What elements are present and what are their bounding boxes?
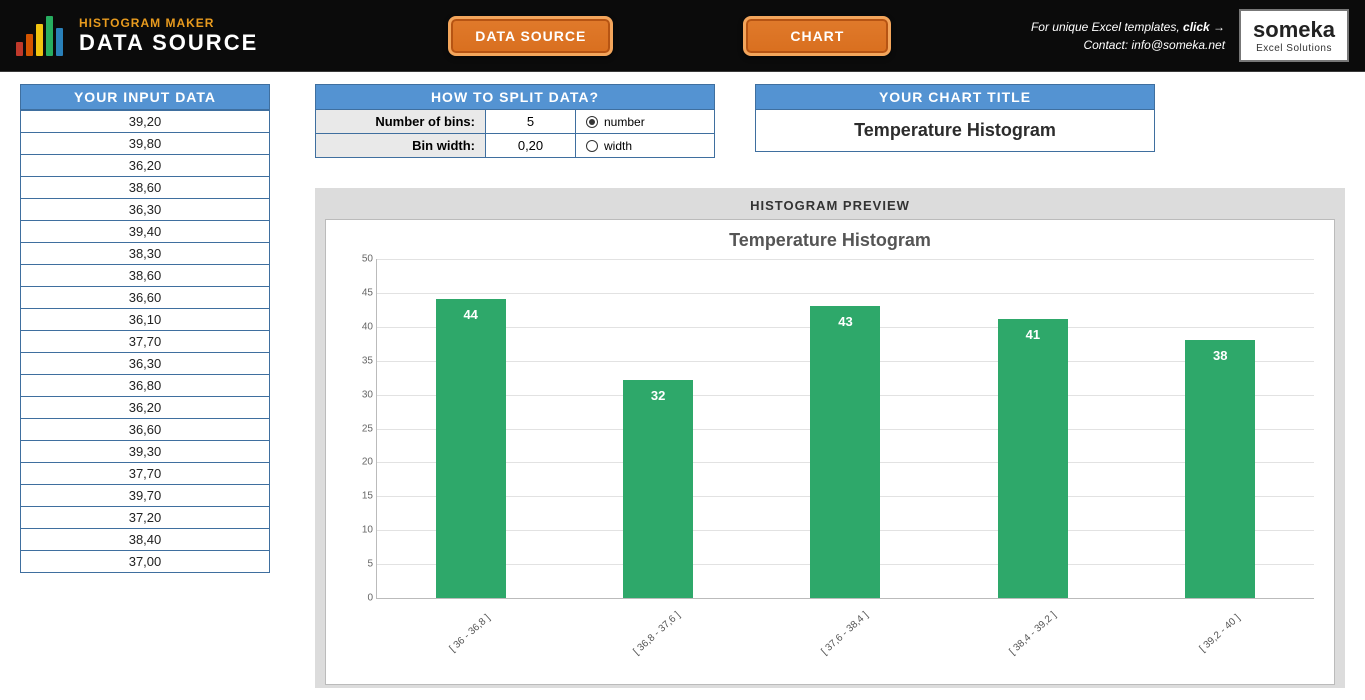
input-cell[interactable]: 37,70 — [21, 330, 269, 352]
chart-title: Temperature Histogram — [346, 230, 1314, 251]
input-cell[interactable]: 38,30 — [21, 242, 269, 264]
split-heading: HOW TO SPLIT DATA? — [315, 84, 715, 110]
bar-value-label: 44 — [436, 307, 506, 322]
input-cell[interactable]: 36,20 — [21, 154, 269, 176]
input-cell[interactable]: 36,60 — [21, 286, 269, 308]
width-value[interactable]: 0,20 — [486, 134, 576, 157]
input-data-table: 39,2039,8036,2038,6036,3039,4038,3038,60… — [20, 110, 270, 573]
y-tick-label: 50 — [347, 254, 373, 265]
input-cell[interactable]: 36,30 — [21, 352, 269, 374]
top-bar: HISTOGRAM MAKER DATA SOURCE DATA SOURCE … — [0, 0, 1365, 72]
y-tick-label: 45 — [347, 287, 373, 298]
input-cell[interactable]: 37,20 — [21, 506, 269, 528]
y-tick-label: 35 — [347, 355, 373, 366]
x-tick-label: [ 39,2 - 40 ] — [1190, 606, 1249, 661]
input-cell[interactable]: 39,30 — [21, 440, 269, 462]
input-cell[interactable]: 36,80 — [21, 374, 269, 396]
y-tick-label: 15 — [347, 491, 373, 502]
input-cell[interactable]: 38,40 — [21, 528, 269, 550]
width-radio-label: width — [604, 139, 632, 153]
input-data-panel: YOUR INPUT DATA 39,2039,8036,2038,6036,3… — [20, 84, 270, 688]
input-cell[interactable]: 39,80 — [21, 132, 269, 154]
input-cell[interactable]: 39,20 — [21, 110, 269, 132]
histogram-preview-panel: HISTOGRAM PREVIEW Temperature Histogram … — [315, 188, 1345, 688]
app-title-big: DATA SOURCE — [79, 30, 258, 56]
chart-bar: 44 — [436, 299, 506, 598]
x-tick-label: [ 37,6 - 38,4 ] — [815, 606, 874, 661]
histogram-preview-heading: HISTOGRAM PREVIEW — [325, 198, 1335, 219]
templates-blurb[interactable]: For unique Excel templates, click → — [1031, 20, 1225, 34]
bar-value-label: 38 — [1185, 348, 1255, 363]
bins-row: Number of bins: 5 number — [316, 110, 714, 133]
radio-icon — [586, 140, 598, 152]
chart-bar: 41 — [998, 319, 1068, 598]
brand-logo[interactable]: someka Excel Solutions — [1239, 9, 1349, 62]
bar-value-label: 43 — [810, 314, 880, 329]
bins-radio[interactable]: number — [576, 115, 716, 129]
main-area: YOUR INPUT DATA 39,2039,8036,2038,6036,3… — [0, 72, 1365, 700]
chart-bar: 32 — [623, 380, 693, 598]
input-cell[interactable]: 36,10 — [21, 308, 269, 330]
y-tick-label: 5 — [347, 559, 373, 570]
bins-label: Number of bins: — [316, 110, 486, 133]
y-tick-label: 40 — [347, 321, 373, 332]
input-cell[interactable]: 38,60 — [21, 176, 269, 198]
x-tick-label: [ 36 - 36,8 ] — [440, 606, 499, 661]
input-cell[interactable]: 38,60 — [21, 264, 269, 286]
radio-icon — [586, 116, 598, 128]
input-cell[interactable]: 37,70 — [21, 462, 269, 484]
input-cell[interactable]: 36,20 — [21, 396, 269, 418]
right-column: HOW TO SPLIT DATA? Number of bins: 5 num… — [315, 84, 1345, 688]
chart-button[interactable]: CHART — [743, 16, 891, 56]
contact-blurb: Contact: info@someka.net — [1083, 38, 1225, 52]
brand-subtitle: Excel Solutions — [1253, 43, 1335, 54]
brand-name: someka — [1253, 17, 1335, 42]
split-panel: HOW TO SPLIT DATA? Number of bins: 5 num… — [315, 84, 715, 158]
y-tick-label: 10 — [347, 525, 373, 536]
x-tick-label: [ 36,8 - 37,6 ] — [628, 606, 687, 661]
chart-title-heading: YOUR CHART TITLE — [755, 84, 1155, 110]
input-cell[interactable]: 36,60 — [21, 418, 269, 440]
histogram-preview-body: Temperature Histogram 44 32 43 41 38 0 5 10 15 2… — [325, 219, 1335, 685]
chart-title-input[interactable]: Temperature Histogram — [755, 110, 1155, 152]
input-cell[interactable]: 36,30 — [21, 198, 269, 220]
y-tick-label: 0 — [347, 593, 373, 604]
width-row: Bin width: 0,20 width — [316, 133, 714, 157]
chart-title-panel: YOUR CHART TITLE Temperature Histogram — [755, 84, 1155, 158]
bar-value-label: 41 — [998, 327, 1068, 342]
bar-value-label: 32 — [623, 388, 693, 403]
chart-bar: 43 — [810, 306, 880, 598]
app-title-block: HISTOGRAM MAKER DATA SOURCE — [79, 16, 258, 56]
app-logo-icon — [16, 16, 63, 56]
chart-plot-area: 4432434138 05101520253035404550 — [376, 259, 1314, 599]
y-tick-label: 30 — [347, 389, 373, 400]
width-label: Bin width: — [316, 134, 486, 157]
data-source-button[interactable]: DATA SOURCE — [448, 16, 613, 56]
app-title-small: HISTOGRAM MAKER — [79, 16, 258, 30]
x-tick-label: [ 38,4 - 39,2 ] — [1003, 606, 1062, 661]
input-cell[interactable]: 39,40 — [21, 220, 269, 242]
input-data-heading: YOUR INPUT DATA — [20, 84, 270, 110]
chart-bar: 38 — [1185, 340, 1255, 598]
width-radio[interactable]: width — [576, 139, 716, 153]
input-cell[interactable]: 37,00 — [21, 550, 269, 572]
bins-radio-label: number — [604, 115, 645, 129]
top-right-block: For unique Excel templates, click → Cont… — [1031, 9, 1349, 62]
input-cell[interactable]: 39,70 — [21, 484, 269, 506]
y-tick-label: 25 — [347, 423, 373, 434]
chart-x-labels: [ 36 - 36,8 ] [ 36,8 - 37,6 ] [ 37,6 - 38,… — [376, 599, 1314, 669]
bins-value[interactable]: 5 — [486, 110, 576, 133]
y-tick-label: 20 — [347, 457, 373, 468]
top-nav: DATA SOURCE CHART — [448, 16, 891, 56]
